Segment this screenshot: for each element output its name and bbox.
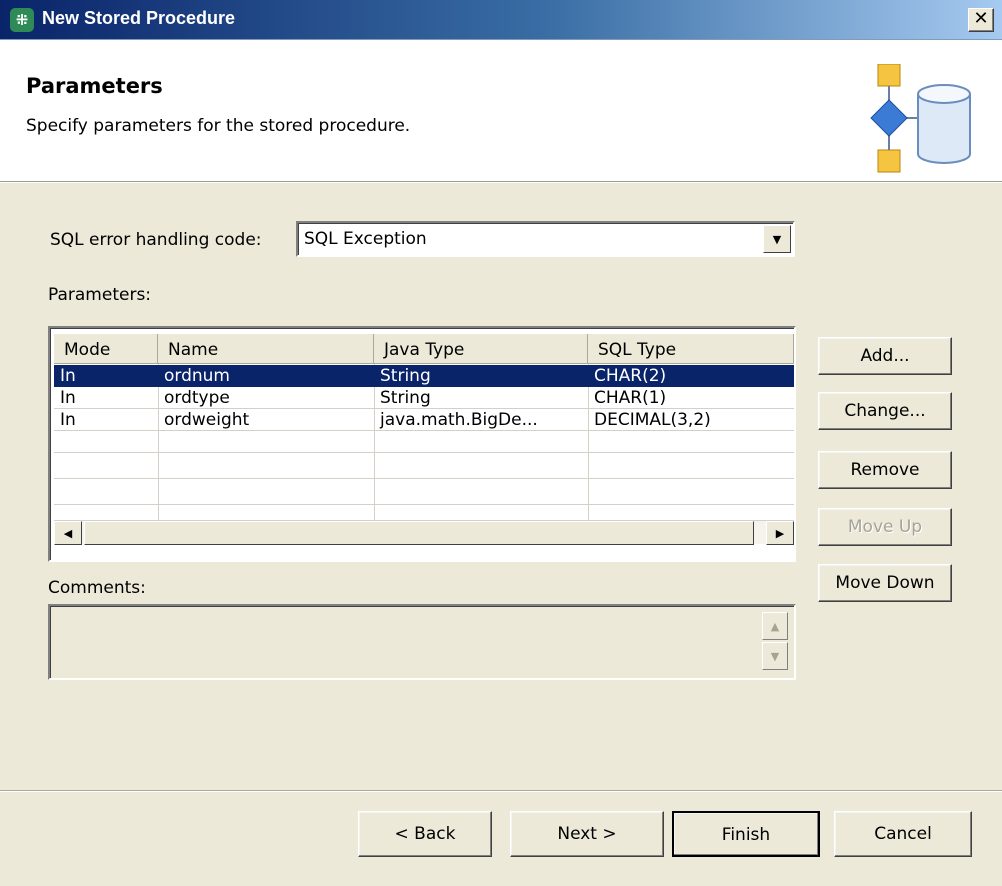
scroll-down-icon[interactable]: ▼ bbox=[762, 642, 788, 670]
add-button[interactable]: Add... bbox=[818, 337, 952, 375]
parameters-table[interactable]: Mode Name Java Type SQL Type In ordnum S… bbox=[48, 326, 796, 562]
cell-mode: In bbox=[60, 410, 76, 430]
parameters-label: Parameters: bbox=[48, 285, 152, 305]
cell-java-type: java.math.BigDe... bbox=[380, 410, 538, 430]
footer-divider bbox=[0, 790, 1002, 792]
comments-textarea[interactable]: ▲ ▼ bbox=[48, 604, 796, 680]
move-down-button[interactable]: Move Down bbox=[818, 564, 952, 602]
window-title: New Stored Procedure bbox=[42, 8, 236, 28]
comments-label: Comments: bbox=[48, 578, 146, 598]
row-divider bbox=[54, 478, 794, 479]
page-title: Parameters bbox=[26, 74, 163, 98]
back-button[interactable]: < Back bbox=[358, 811, 492, 857]
scrollbar-thumb[interactable] bbox=[84, 521, 754, 545]
chevron-down-icon[interactable]: ▼ bbox=[763, 225, 791, 253]
scroll-left-icon[interactable]: ◀ bbox=[54, 521, 82, 545]
next-button[interactable]: Next > bbox=[510, 811, 664, 857]
title-bar[interactable]: ⁜ New Stored Procedure ✕ bbox=[0, 0, 1002, 40]
column-header-name[interactable]: Name bbox=[158, 334, 374, 364]
move-up-button[interactable]: Move Up bbox=[818, 508, 952, 546]
stored-procedure-wizard-icon bbox=[870, 64, 971, 173]
sql-error-label: SQL error handling code: bbox=[50, 230, 262, 250]
cell-name: ordweight bbox=[164, 410, 250, 430]
scroll-up-icon[interactable]: ▲ bbox=[762, 612, 788, 640]
cancel-button[interactable]: Cancel bbox=[834, 811, 972, 857]
cell-sql-type: CHAR(2) bbox=[594, 366, 667, 386]
sql-error-value: SQL Exception bbox=[304, 229, 427, 249]
table-row[interactable]: In ordtype String CHAR(1) bbox=[54, 387, 794, 409]
cell-java-type: String bbox=[380, 388, 431, 408]
cell-mode: In bbox=[60, 388, 76, 408]
sql-error-dropdown[interactable]: SQL Exception ▼ bbox=[296, 221, 795, 257]
page-subtitle: Specify parameters for the stored proced… bbox=[26, 116, 411, 136]
close-icon[interactable]: ✕ bbox=[968, 8, 994, 32]
table-row[interactable]: In ordweight java.math.BigDe... DECIMAL(… bbox=[54, 409, 794, 431]
table-row[interactable]: In ordnum String CHAR(2) bbox=[54, 365, 794, 387]
column-header-mode[interactable]: Mode bbox=[54, 334, 158, 364]
column-header-sql-type[interactable]: SQL Type bbox=[588, 334, 794, 364]
scroll-right-icon[interactable]: ▶ bbox=[766, 521, 794, 545]
cell-sql-type: DECIMAL(3,2) bbox=[594, 410, 711, 430]
column-header-java-type[interactable]: Java Type bbox=[374, 334, 588, 364]
row-divider bbox=[54, 452, 794, 453]
cell-name: ordnum bbox=[164, 366, 230, 386]
vertical-scrollbar[interactable]: ▲ ▼ bbox=[762, 612, 788, 672]
finish-button[interactable]: Finish bbox=[672, 811, 820, 857]
cell-name: ordtype bbox=[164, 388, 230, 408]
app-icon: ⁜ bbox=[10, 8, 34, 32]
remove-button[interactable]: Remove bbox=[818, 451, 952, 489]
cell-sql-type: CHAR(1) bbox=[594, 388, 667, 408]
change-button[interactable]: Change... bbox=[818, 392, 952, 430]
cell-java-type: String bbox=[380, 366, 431, 386]
header-divider bbox=[0, 182, 1002, 183]
horizontal-scrollbar[interactable]: ◀ ▶ bbox=[54, 520, 794, 545]
row-divider bbox=[54, 504, 794, 505]
cell-mode: In bbox=[60, 366, 76, 386]
